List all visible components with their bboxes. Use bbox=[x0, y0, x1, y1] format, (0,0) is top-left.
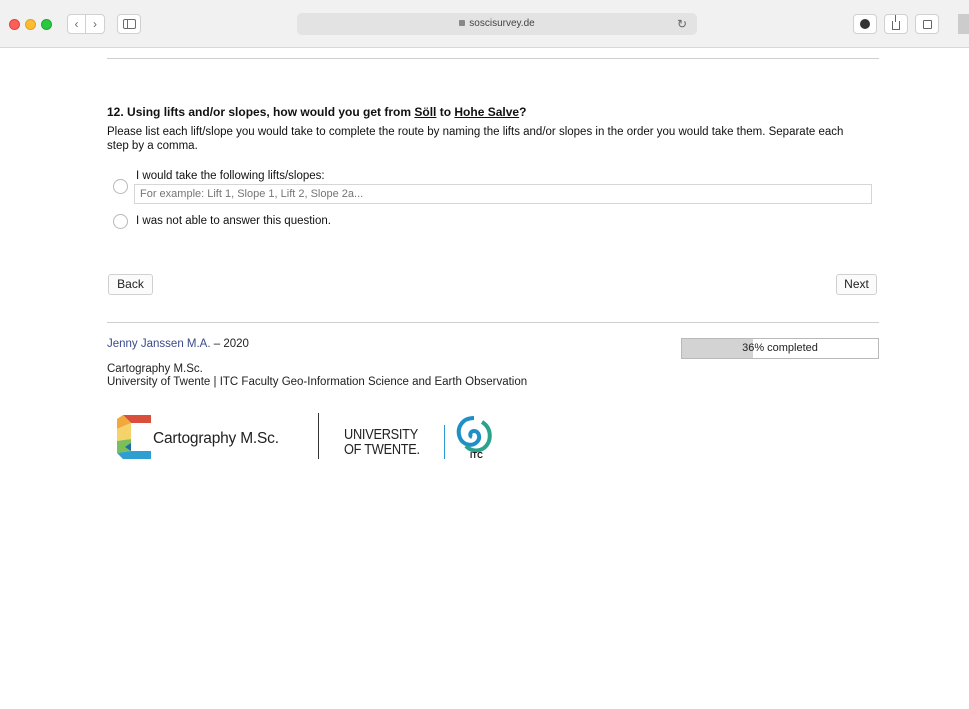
footer-divider bbox=[107, 322, 879, 323]
option-lifts-label: I would take the following lifts/slopes: bbox=[136, 170, 325, 182]
ut-line-1: UNIVERSITY bbox=[344, 426, 418, 443]
browser-window: ‹ › soscisurvey.de ↻ 12. Using lifts and… bbox=[0, 0, 969, 709]
back-button[interactable]: Back bbox=[108, 274, 153, 295]
author-year: – 2020 bbox=[210, 338, 249, 350]
forward-nav-button[interactable]: › bbox=[86, 14, 105, 34]
close-window-button[interactable] bbox=[9, 19, 20, 30]
sidebar-icon bbox=[123, 19, 136, 29]
university-twente-logo: UNIVERSITY OF TWENTE. bbox=[344, 427, 420, 457]
ut-itc-divider bbox=[444, 425, 445, 459]
tabs-overview-button[interactable] bbox=[915, 14, 939, 34]
back-nav-button[interactable]: ‹ bbox=[67, 14, 86, 34]
url-text: soscisurvey.de bbox=[469, 18, 535, 29]
download-icon bbox=[860, 19, 870, 29]
question-text: Using lifts and/or slopes, how would you… bbox=[127, 105, 415, 119]
itc-logo-icon: ITC bbox=[456, 416, 492, 460]
progress-text: 36% completed bbox=[742, 342, 818, 354]
lock-icon bbox=[459, 20, 466, 26]
question-text-mid: to bbox=[436, 105, 455, 119]
question-suffix: ? bbox=[519, 105, 527, 119]
survey-page: 12. Using lifts and/or slopes, how would… bbox=[0, 48, 969, 709]
logo-divider bbox=[318, 413, 319, 459]
question-title: 12. Using lifts and/or slopes, how would… bbox=[107, 105, 526, 119]
radio-option-lifts[interactable] bbox=[113, 179, 128, 194]
tabs-icon bbox=[922, 20, 932, 29]
program-line-2: University of Twente | ITC Faculty Geo-I… bbox=[107, 376, 528, 388]
reload-icon[interactable]: ↻ bbox=[677, 13, 687, 35]
cartography-logo-text: Cartography M.Sc. bbox=[153, 430, 279, 447]
minimize-window-button[interactable] bbox=[25, 19, 36, 30]
downloads-button[interactable] bbox=[853, 14, 877, 34]
progress-bar: 36% completed bbox=[681, 338, 879, 359]
next-button[interactable]: Next bbox=[836, 274, 877, 295]
itc-logo-text: ITC bbox=[470, 451, 483, 460]
share-icon bbox=[892, 15, 900, 30]
option-not-able-label: I was not able to answer this question. bbox=[136, 215, 331, 227]
ut-line-2: OF TWENTE. bbox=[344, 441, 420, 458]
browser-toolbar: ‹ › soscisurvey.de ↻ bbox=[0, 0, 969, 48]
top-divider bbox=[107, 58, 879, 59]
program-info: Cartography M.Sc. University of Twente |… bbox=[107, 363, 527, 389]
zoom-window-button[interactable] bbox=[41, 19, 52, 30]
question-to-place: Hohe Salve bbox=[454, 105, 520, 119]
sidebar-toggle-button[interactable] bbox=[117, 14, 141, 34]
share-button[interactable] bbox=[884, 14, 908, 34]
radio-option-not-able[interactable] bbox=[113, 214, 128, 229]
toolbar-edge bbox=[958, 14, 969, 34]
question-instruction: Please list each lift/slope you would ta… bbox=[107, 126, 844, 152]
question-number: 12. bbox=[107, 105, 124, 119]
address-bar[interactable]: soscisurvey.de ↻ bbox=[297, 13, 697, 35]
author-line: Jenny Janssen M.A. – 2020 bbox=[107, 338, 249, 350]
cartography-logo-icon bbox=[117, 415, 151, 459]
question-from-place: Söll bbox=[414, 105, 437, 119]
author-link[interactable]: Jenny Janssen M.A. bbox=[107, 338, 211, 350]
lifts-slopes-input[interactable] bbox=[134, 184, 872, 204]
program-line-1: Cartography M.Sc. bbox=[107, 363, 203, 375]
